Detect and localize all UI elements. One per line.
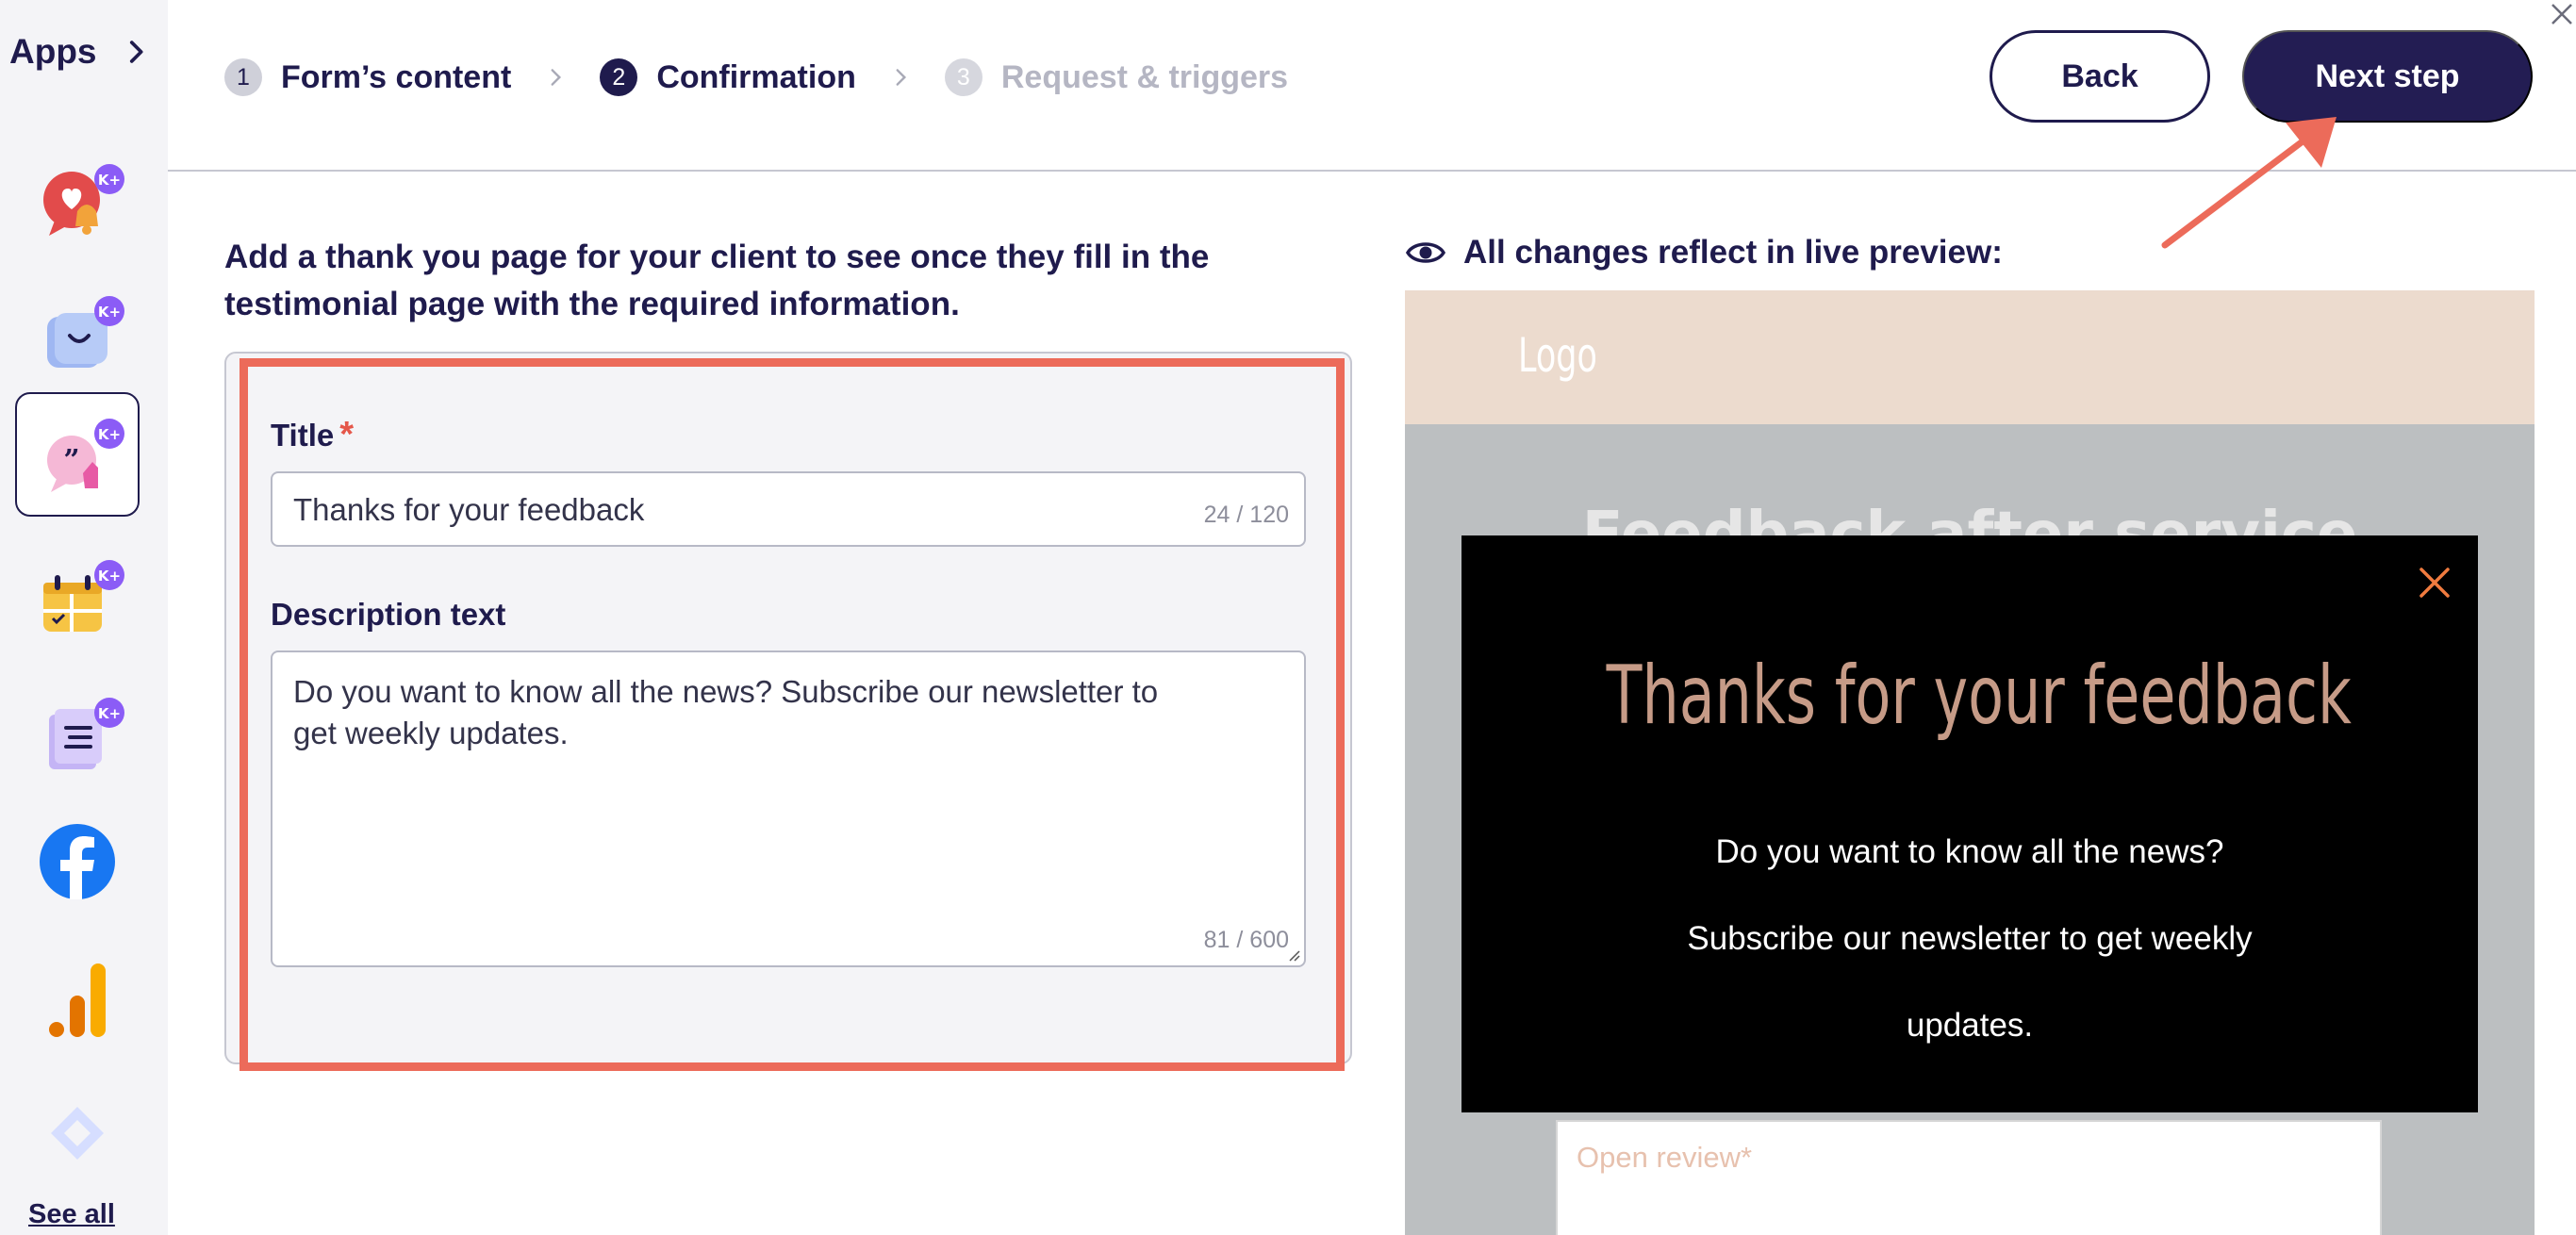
intro-text: Add a thank you page for your client to … — [224, 239, 1210, 322]
live-preview-text: All changes reflect in live preview: — [1463, 234, 2003, 271]
close-icon[interactable] — [2548, 0, 2576, 28]
svg-text:K+: K+ — [98, 426, 121, 443]
apps-header[interactable]: Apps — [9, 32, 152, 72]
wizard-header: 1 Form’s content 2 Confirmation 3 Reques… — [168, 0, 2576, 172]
step-request-triggers[interactable]: 3 Request & triggers — [944, 58, 1289, 96]
step-label: Form’s content — [281, 58, 512, 95]
close-icon[interactable] — [2416, 564, 2453, 601]
preview-header: Logo — [1405, 290, 2535, 424]
see-all-link[interactable]: See all — [28, 1199, 115, 1230]
chevron-right-icon — [896, 69, 906, 86]
step-label: Confirmation — [656, 58, 856, 95]
sidebar-app-forms[interactable]: K+ — [15, 671, 140, 796]
step-number: 2 — [600, 58, 638, 96]
live-preview-label: All changes reflect in live preview: — [1405, 232, 2003, 273]
sidebar-app-shop[interactable]: K+ — [15, 270, 140, 394]
sidebar-app-testimonials[interactable]: ” K+ — [15, 392, 140, 517]
analytics-bars-icon — [49, 963, 106, 1037]
modal-title-text: Thanks for your feedback — [1606, 649, 2352, 743]
modal-title: Thanks for your feedback — [1461, 649, 2478, 743]
highlight-box — [239, 358, 1345, 1071]
heart-bubble-bell-icon: K+ — [43, 164, 124, 236]
thank-you-modal: Thanks for your feedback Do you want to … — [1461, 535, 2478, 1112]
sidebar-app-facebook[interactable] — [15, 799, 140, 924]
back-button[interactable]: Back — [1990, 30, 2210, 123]
apps-title: Apps — [9, 32, 97, 71]
preview-review-field: Open review* — [1556, 1120, 2382, 1235]
facebook-icon — [40, 824, 115, 899]
apps-sidebar: Apps K+ K+ ” K+ K+ K+ See all — [0, 0, 168, 1235]
svg-text:”: ” — [63, 444, 79, 477]
next-step-button[interactable]: Next step — [2242, 30, 2533, 123]
sidebar-app-more[interactable] — [15, 1063, 140, 1188]
calendar-icon: K+ — [43, 560, 124, 632]
chevron-right-icon[interactable] — [120, 36, 152, 68]
step-forms-content[interactable]: 1 Form’s content — [224, 58, 511, 96]
step-label: Request & triggers — [1000, 58, 1289, 95]
document-list-icon: K+ — [49, 698, 124, 769]
sidebar-app-booking[interactable]: K+ — [15, 534, 140, 658]
preview-logo: Logo — [1518, 328, 1597, 383]
eye-icon — [1405, 242, 1446, 263]
modal-description: Do you want to know all the news? Subscr… — [1687, 833, 2253, 1044]
chevron-right-icon — [551, 69, 562, 86]
svg-text:K+: K+ — [98, 304, 121, 321]
diamond-icon — [51, 1107, 104, 1160]
preview-review-placeholder: Open review* — [1577, 1141, 1753, 1174]
svg-text:K+: K+ — [98, 705, 121, 722]
sidebar-app-reviews[interactable]: K+ — [15, 136, 140, 260]
svg-text:K+: K+ — [98, 172, 121, 189]
svg-text:K+: K+ — [98, 568, 121, 585]
step-number: 3 — [944, 58, 983, 96]
shopping-bag-icon: K+ — [47, 296, 124, 368]
sidebar-app-analytics[interactable] — [15, 935, 140, 1060]
step-number: 1 — [224, 58, 262, 96]
wizard-steps: 1 Form’s content 2 Confirmation 3 Reques… — [224, 57, 1288, 98]
step-confirmation[interactable]: 2 Confirmation — [600, 58, 856, 96]
quote-bubble-icon: ” K+ — [47, 419, 124, 492]
